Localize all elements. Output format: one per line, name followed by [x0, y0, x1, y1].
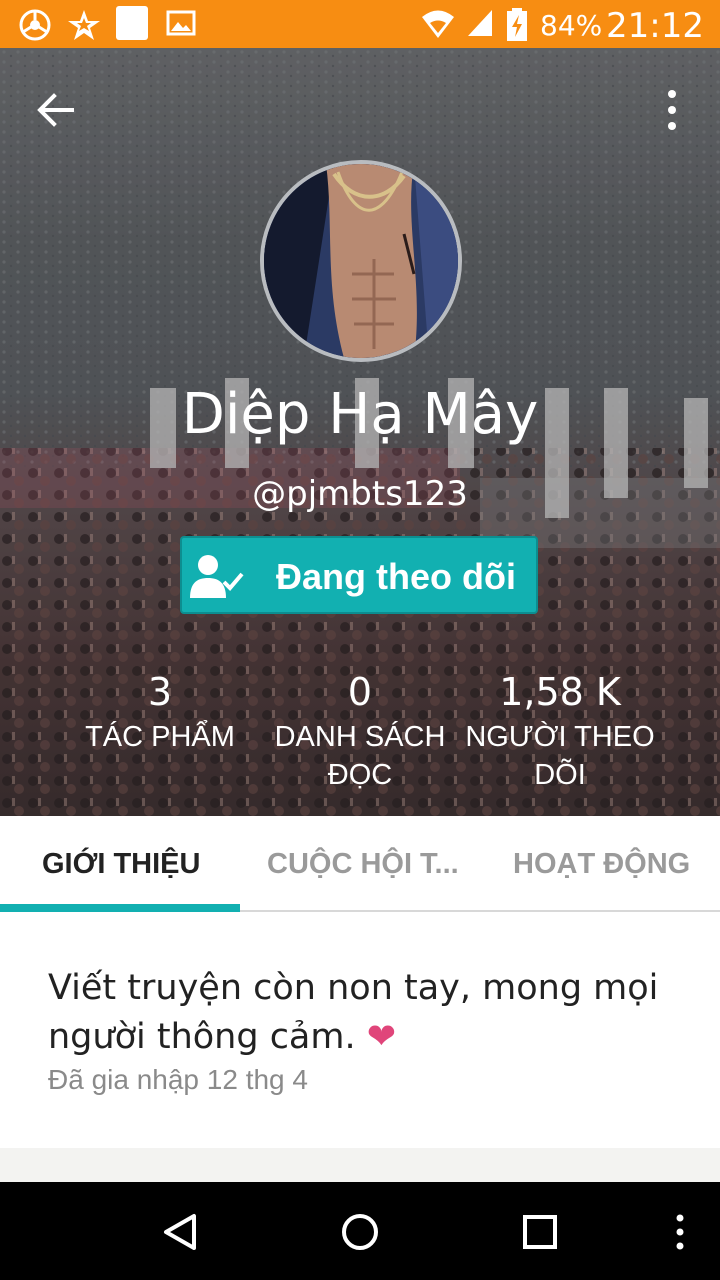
image-notification-icon	[166, 10, 196, 36]
profile-header: Diệp Hạ Mây @pjmbts123 Đang theo dõi 3 T…	[0, 48, 720, 816]
stat-followers-label-line2: DÕI	[534, 759, 586, 791]
active-tab-indicator	[0, 904, 240, 912]
stat-followers[interactable]: 1,58 K NGƯỜI THEO DÕI	[460, 670, 660, 794]
stat-followers-label: NGƯỜI THEO DÕI	[460, 718, 660, 794]
person-check-icon	[190, 555, 244, 598]
tab-about[interactable]: GIỚI THIỆU	[42, 848, 200, 881]
more-vertical-icon[interactable]	[650, 84, 694, 136]
back-arrow-icon[interactable]	[30, 84, 82, 136]
stat-followers-label-line1: NGƯỜI THEO	[465, 721, 655, 753]
following-button-label: Đang theo dõi	[276, 556, 516, 597]
star-notification-icon	[68, 10, 100, 40]
following-button[interactable]: Đang theo dõi	[180, 536, 538, 614]
blank-notification-icon	[116, 6, 148, 40]
bio-text: Viết truyện còn non tay, mong mọi người …	[48, 964, 668, 1062]
joined-date: Đã gia nhập 12 thg 4	[48, 1064, 308, 1095]
avatar[interactable]	[260, 160, 462, 362]
status-bar: 84% 21:12	[0, 0, 720, 48]
signal-icon	[468, 10, 492, 36]
clock: 21:12	[606, 6, 704, 46]
battery-percent: 84%	[540, 9, 603, 42]
stat-reading-lists-label: DANH SÁCH ĐỌC	[260, 718, 460, 794]
stat-reading-lists-label-line1: DANH SÁCH	[274, 721, 446, 753]
stat-reading-lists[interactable]: 0 DANH SÁCH ĐỌC	[260, 670, 460, 794]
more-vertical-icon[interactable]	[666, 1212, 694, 1252]
profile-handle: @pjmbts123	[252, 474, 468, 514]
battery-charging-icon	[507, 8, 527, 41]
chrome-icon	[19, 9, 51, 41]
tab-conversations[interactable]: CUỘC HỘI T...	[267, 848, 459, 881]
profile-name: Diệp Hạ Mây	[181, 382, 539, 447]
heart-icon: ❤	[366, 1017, 397, 1057]
profile-tabs: GIỚI THIỆU CUỘC HỘI T... HOẠT ĐỘNG	[0, 816, 720, 912]
back-triangle-icon[interactable]	[160, 1212, 200, 1252]
stat-reading-lists-label-line2: ĐỌC	[327, 759, 393, 791]
about-section: Viết truyện còn non tay, mong mọi người …	[0, 912, 720, 1148]
stat-works-value: 3	[147, 670, 173, 714]
system-nav-bar	[0, 1182, 720, 1280]
stat-works-label: TÁC PHẨM	[85, 721, 235, 753]
stat-reading-lists-value: 0	[347, 670, 373, 714]
wifi-icon	[422, 10, 454, 38]
stat-followers-value: 1,58 K	[499, 670, 621, 714]
recents-square-icon[interactable]	[522, 1214, 558, 1250]
bio-text-content: Viết truyện còn non tay, mong mọi người …	[48, 968, 659, 1057]
home-circle-icon[interactable]	[340, 1212, 380, 1252]
avatar-image	[264, 164, 458, 358]
tab-activity[interactable]: HOẠT ĐỘNG	[513, 848, 690, 881]
stat-works[interactable]: 3 TÁC PHẨM	[60, 670, 260, 756]
